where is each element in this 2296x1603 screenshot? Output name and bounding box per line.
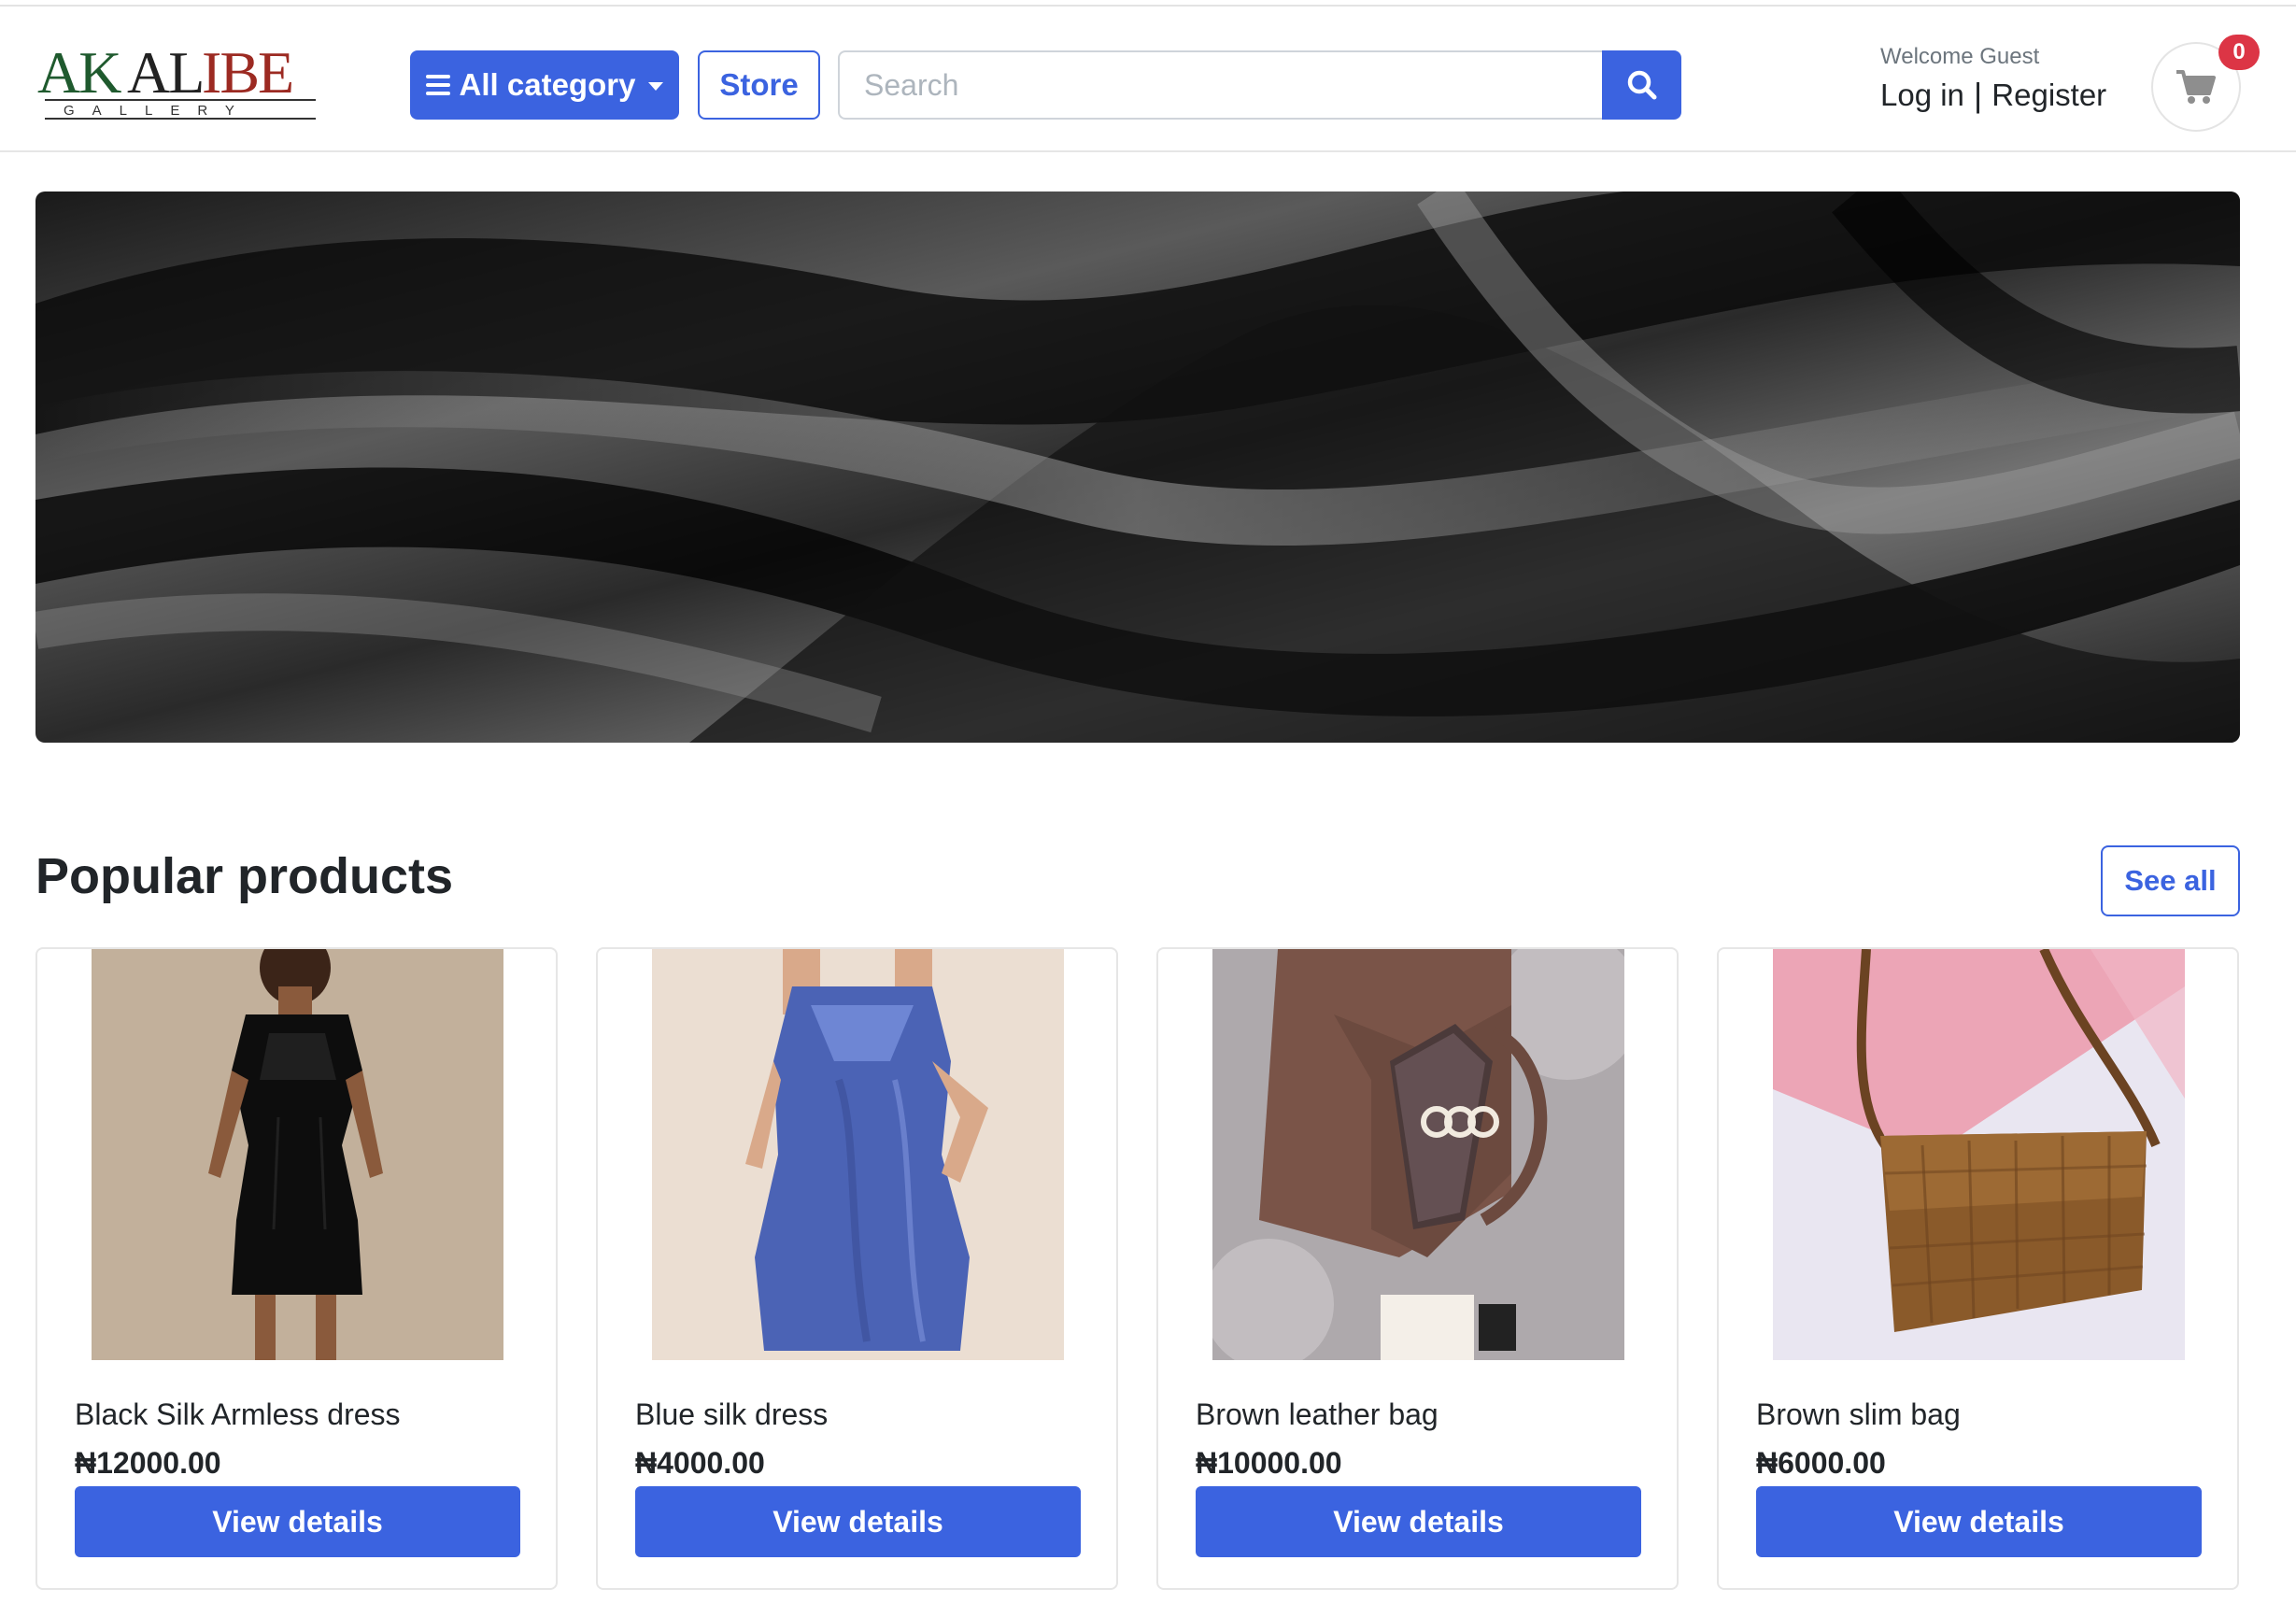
svg-text:AL: AL (127, 39, 203, 106)
section-title: Popular products (35, 848, 454, 904)
product-price: ₦10000.00 (1196, 1446, 1342, 1480)
top-border (0, 0, 2296, 7)
product-name: Brown slim bag (1756, 1397, 1961, 1431)
product-card: Blue silk dress ₦4000.00 View details (596, 947, 1118, 1590)
navbar: AK AL IBE GALLERY All category Store Wel… (0, 7, 2296, 152)
brown-slim-bag-image (1773, 949, 2185, 1360)
view-details-button[interactable]: View details (75, 1486, 520, 1557)
brand-logo[interactable]: AK AL IBE GALLERY (35, 38, 325, 128)
all-category-label: All category (459, 67, 636, 102)
blue-dress-image (652, 949, 1064, 1360)
search-icon (1627, 70, 1656, 100)
product-image[interactable] (652, 949, 1064, 1360)
welcome-text: Welcome Guest (1880, 44, 2040, 69)
silk-fabric-image (35, 192, 2240, 743)
shopping-cart-icon (2176, 70, 2216, 104)
menu-icon (425, 75, 450, 95)
view-details-button[interactable]: View details (1756, 1486, 2202, 1557)
product-price: ₦4000.00 (635, 1446, 765, 1480)
auth-separator: | (1973, 76, 1983, 114)
product-price: ₦12000.00 (75, 1446, 221, 1480)
svg-text:IBE: IBE (202, 39, 292, 106)
product-image[interactable] (1773, 949, 2185, 1360)
product-name: Black Silk Armless dress (75, 1397, 401, 1431)
brown-leather-bag-image (1212, 949, 1624, 1360)
hero-banner (35, 192, 2240, 743)
product-card: Brown leather bag ₦10000.00 View details (1156, 947, 1679, 1590)
product-image[interactable] (92, 949, 503, 1360)
search-button[interactable] (1602, 50, 1681, 120)
product-image[interactable] (1212, 949, 1624, 1360)
black-dress-image (92, 949, 503, 1360)
svg-text:AK: AK (37, 39, 121, 106)
auth-links: Log in | Register (1880, 76, 2106, 115)
view-details-button[interactable]: View details (635, 1486, 1081, 1557)
product-card: Black Silk Armless dress ₦12000.00 View … (35, 947, 558, 1590)
search-bar (838, 50, 1681, 120)
logo-image: AK AL IBE GALLERY (37, 39, 316, 120)
register-link[interactable]: Register (1991, 78, 2106, 113)
svg-text:GALLERY: GALLERY (64, 103, 252, 119)
see-all-button[interactable]: See all (2101, 845, 2240, 916)
product-price: ₦6000.00 (1756, 1446, 1886, 1480)
caret-down-icon (648, 81, 664, 91)
search-input[interactable] (838, 50, 1602, 120)
cart-count-badge: 0 (2218, 35, 2260, 70)
view-details-button[interactable]: View details (1196, 1486, 1641, 1557)
login-link[interactable]: Log in (1880, 78, 1964, 113)
product-name: Brown leather bag (1196, 1397, 1439, 1431)
all-category-button[interactable]: All category (410, 50, 679, 120)
product-card: Brown slim bag ₦6000.00 View details (1717, 947, 2239, 1590)
store-button[interactable]: Store (698, 50, 820, 120)
product-name: Blue silk dress (635, 1397, 829, 1431)
